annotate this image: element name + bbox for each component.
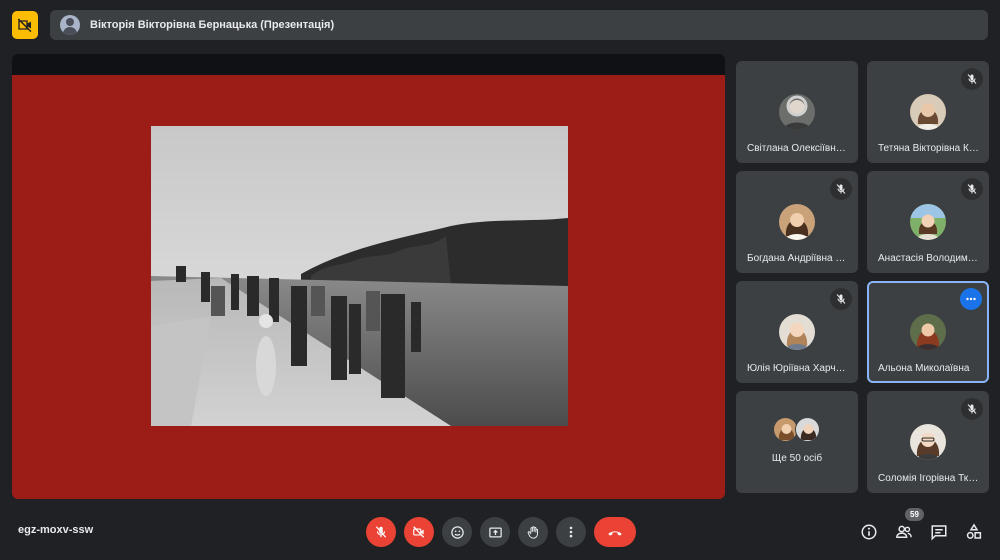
chat-button[interactable]: [927, 520, 951, 544]
videocam-off-icon: [413, 526, 425, 538]
historical-photo: [151, 126, 568, 426]
camera-toggle-button[interactable]: [404, 517, 434, 547]
participant-avatar: [910, 424, 946, 460]
mic-off-icon: [375, 526, 387, 538]
activities-button[interactable]: [962, 520, 986, 544]
participant-name: Тетяна Вікторівна Кравченко: [878, 143, 982, 154]
video-off-indicator-button[interactable]: [12, 11, 38, 39]
participant-tile[interactable]: Богдана Андріївна Коваль: [736, 171, 858, 273]
info-icon: [861, 524, 877, 540]
present-screen-button[interactable]: [480, 517, 510, 547]
video-off-icon: [17, 18, 32, 33]
muted-indicator: [830, 288, 852, 310]
reactions-button[interactable]: [442, 517, 472, 547]
mic-off-icon: [967, 404, 977, 414]
mic-off-icon: [836, 184, 846, 194]
muted-indicator: [961, 178, 983, 200]
presenter-banner[interactable]: Вікторія Вікторівна Бернацька (Презентац…: [50, 10, 988, 40]
activities-icon: [966, 523, 982, 539]
presenter-label: Вікторія Вікторівна Бернацька (Презентац…: [90, 19, 335, 31]
mic-off-icon: [836, 294, 846, 304]
participant-tile[interactable]: Тетяна Вікторівна Кравченко: [867, 61, 989, 163]
present-screen-icon: [488, 527, 502, 537]
top-bar: Вікторія Вікторівна Бернацька (Презентац…: [0, 0, 1000, 50]
others-tile[interactable]: Ще 50 осіб: [736, 391, 858, 493]
call-end-icon: [608, 531, 622, 536]
chat-icon: [931, 525, 947, 541]
participant-tile[interactable]: Соломія Ігорівна Ткаченко: [867, 391, 989, 493]
people-icon: [896, 525, 912, 538]
participant-avatar: [779, 314, 815, 350]
participant-name: Світлана Олексіївна Гончаренко: [747, 143, 851, 154]
participant-avatar: [910, 204, 946, 240]
participant-tile[interactable]: Юлія Юріївна Харченко: [736, 281, 858, 383]
participant-avatar: [910, 314, 946, 350]
mic-off-icon: [967, 184, 977, 194]
meeting-code: egz-moxv-ssw: [18, 524, 94, 536]
mic-toggle-button[interactable]: [366, 517, 396, 547]
meeting-info-button[interactable]: [857, 520, 881, 544]
participant-name: Альона Миколаївна: [878, 363, 970, 374]
participant-tile-active[interactable]: Альона Миколаївна: [867, 281, 989, 383]
more-vert-icon: [569, 526, 573, 538]
others-avatar-stack: [773, 417, 823, 445]
muted-indicator: [830, 178, 852, 200]
participant-avatar: [910, 94, 946, 130]
participant-tile[interactable]: Анастасія Володимирівна: [867, 171, 989, 273]
participant-avatar: [779, 204, 815, 240]
more-options-button[interactable]: [556, 517, 586, 547]
participant-name: Соломія Ігорівна Ткаченко: [878, 473, 982, 484]
presentation-slide: [12, 75, 725, 499]
participant-name: Анастасія Володимирівна: [878, 253, 982, 264]
meeting-window: Вікторія Вікторівна Бернацька (Презентац…: [0, 0, 1000, 560]
participant-count-badge: 59: [905, 508, 924, 521]
hand-icon: [527, 525, 538, 539]
raise-hand-button[interactable]: [518, 517, 548, 547]
participant-avatar: [795, 417, 820, 442]
mic-off-icon: [967, 74, 977, 84]
muted-indicator: [961, 398, 983, 420]
participant-options-button[interactable]: [960, 288, 982, 310]
presentation-stage[interactable]: [12, 54, 725, 499]
participant-avatar: [779, 94, 815, 130]
muted-indicator: [961, 68, 983, 90]
others-count-label: Ще 50 осіб: [771, 453, 823, 464]
more-horiz-icon: [966, 297, 976, 301]
participant-name: Богдана Андріївна Коваль: [747, 253, 851, 264]
participant-tile[interactable]: Світлана Олексіївна Гончаренко: [736, 61, 858, 163]
emoji-icon: [450, 525, 464, 539]
leave-call-button[interactable]: [594, 517, 636, 547]
people-button[interactable]: [892, 520, 916, 544]
participant-name: Юлія Юріївна Харченко: [747, 363, 851, 374]
presenter-avatar: [60, 15, 80, 35]
